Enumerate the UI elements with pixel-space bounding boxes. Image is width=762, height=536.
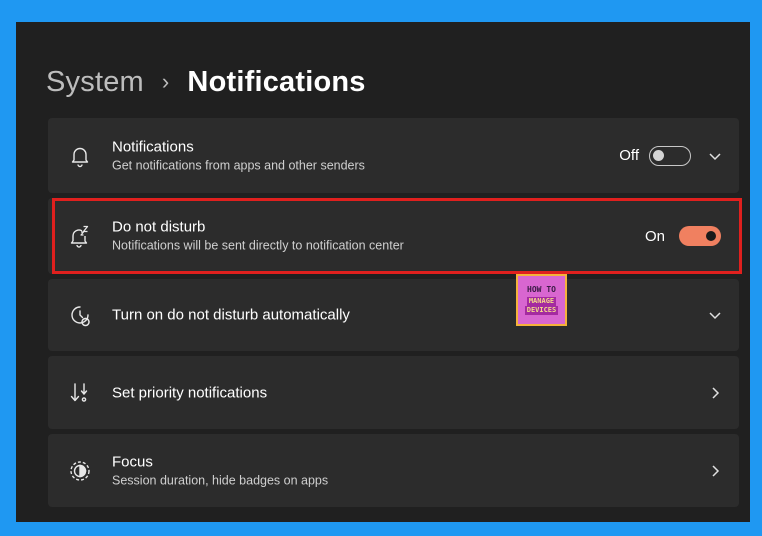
notifications-subtitle: Get notifications from apps and other se… (112, 158, 365, 172)
how-to-manage-devices-logo: HOW TO MANAGE DEVICES (516, 274, 567, 326)
do-not-disturb-setting[interactable]: Do not disturb Notifications will be sen… (48, 198, 739, 274)
notifications-toggle[interactable] (649, 145, 691, 166)
focus-setting[interactable]: Focus Session duration, hide badges on a… (48, 434, 739, 507)
priority-notifications-title: Set priority notifications (112, 384, 268, 401)
notifications-state-label: Off (619, 147, 639, 164)
do-not-disturb-state-label: On (644, 227, 665, 245)
chevron-right-icon[interactable] (705, 461, 725, 481)
logo-line-2: MANAGE (526, 297, 557, 306)
focus-subtitle: Session duration, hide badges on apps (112, 473, 329, 487)
chevron-right-icon[interactable] (705, 383, 725, 403)
dnd-automatic-text: Turn on do not disturb automatically (112, 306, 350, 325)
dnd-automatic-title: Turn on do not disturb automatically (112, 306, 350, 324)
do-not-disturb-title: Do not disturb (112, 218, 206, 236)
dnd-automatic-setting[interactable]: Turn on do not disturb automatically (48, 279, 739, 351)
logo-line-1: HOW TO (527, 285, 556, 294)
notifications-text: Notifications Get notifications from app… (112, 137, 365, 174)
focus-text: Focus Session duration, hide badges on a… (112, 452, 328, 489)
notifications-controls: Off (619, 145, 725, 166)
logo-line-3: DEVICES (524, 306, 559, 315)
notifications-setting[interactable]: Notifications Get notifications from app… (48, 118, 739, 193)
clock-icon (68, 303, 92, 327)
priority-notifications-text: Set priority notifications (112, 383, 267, 402)
do-not-disturb-controls: On (645, 226, 721, 246)
toggle-knob (706, 231, 716, 241)
do-not-disturb-text: Do not disturb Notifications will be sen… (112, 218, 404, 255)
do-not-disturb-subtitle: Notifications will be sent directly to n… (112, 238, 404, 253)
settings-window: System › Notifications Notifications Get… (16, 22, 750, 522)
bell-snooze-icon (68, 224, 92, 248)
breadcrumb-separator: › (161, 69, 170, 94)
focus-icon (68, 459, 92, 483)
bell-icon (68, 144, 92, 168)
focus-title: Focus (112, 453, 153, 470)
priority-notifications-controls (691, 383, 725, 403)
focus-controls (691, 461, 725, 481)
do-not-disturb-toggle[interactable] (679, 226, 721, 246)
priority-notifications-setting[interactable]: Set priority notifications (48, 356, 739, 429)
page-title: Notifications (187, 65, 366, 98)
priority-arrows-icon (68, 381, 92, 405)
breadcrumb-system-link[interactable]: System (46, 66, 144, 99)
dnd-automatic-controls (691, 305, 725, 325)
chevron-down-icon[interactable] (705, 305, 725, 325)
chevron-down-icon[interactable] (705, 146, 725, 166)
notifications-title: Notifications (112, 138, 194, 155)
toggle-knob (653, 149, 664, 161)
breadcrumb: System › Notifications (46, 60, 366, 104)
